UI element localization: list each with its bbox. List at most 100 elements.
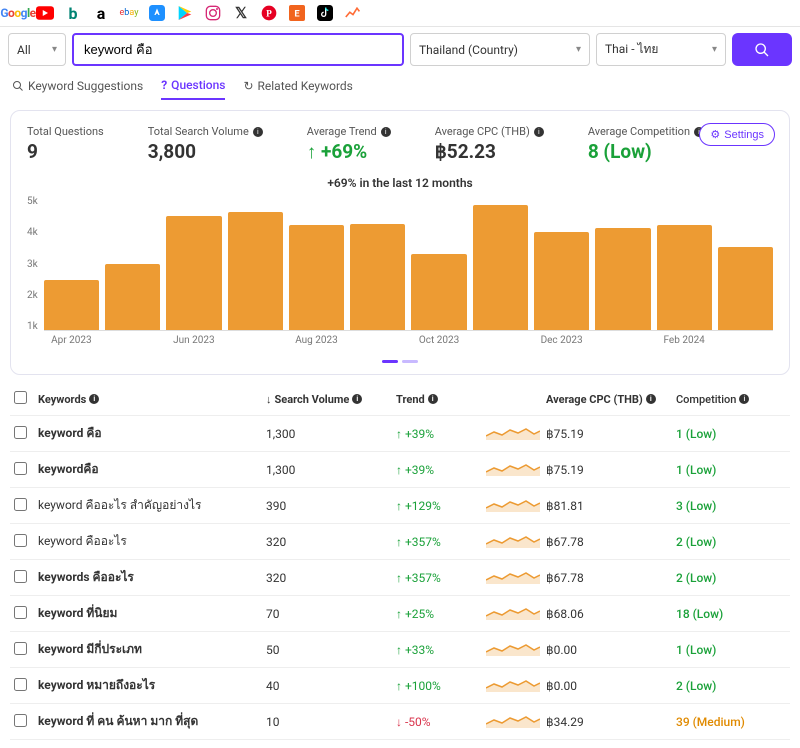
playstore-icon[interactable] bbox=[176, 4, 194, 22]
cell-keyword[interactable]: keyword คืออะไร bbox=[38, 532, 266, 551]
info-icon[interactable]: i bbox=[253, 127, 263, 137]
cell-competition: 2 (Low) bbox=[676, 535, 786, 549]
chart-bar[interactable] bbox=[595, 228, 650, 330]
chevron-down-icon: ▾ bbox=[712, 44, 717, 55]
instagram-icon[interactable] bbox=[204, 4, 222, 22]
chart-bar[interactable] bbox=[289, 225, 344, 330]
youtube-icon[interactable] bbox=[36, 4, 54, 22]
country-select[interactable]: Thailand (Country)▾ bbox=[410, 33, 590, 66]
sparkline bbox=[486, 496, 546, 515]
etsy-icon[interactable]: E bbox=[288, 4, 306, 22]
cell-search-volume: 1,300 bbox=[266, 463, 396, 477]
chart-bar[interactable] bbox=[411, 254, 466, 330]
row-checkbox[interactable] bbox=[14, 534, 27, 547]
cell-keyword[interactable]: keyword คือ bbox=[38, 424, 266, 443]
cell-keyword[interactable]: keyword มีกี่ประเภท bbox=[38, 640, 266, 659]
stat-total-volume: Total Search Volumei 3,800 bbox=[148, 125, 263, 164]
info-icon[interactable]: i bbox=[428, 394, 438, 404]
select-all-checkbox[interactable] bbox=[14, 391, 27, 404]
info-icon[interactable]: i bbox=[352, 394, 362, 404]
cell-keyword[interactable]: keyword ที่ คน ค้นหา มาก ที่สุด bbox=[38, 712, 266, 731]
cell-search-volume: 50 bbox=[266, 643, 396, 657]
cell-cpc: ฿75.19 bbox=[546, 427, 676, 441]
cell-keyword[interactable]: keyword ที่นิยม bbox=[38, 604, 266, 623]
cell-competition: 1 (Low) bbox=[676, 427, 786, 441]
cell-trend: ↑ +33% bbox=[396, 643, 486, 657]
stat-avg-competition: Average Competitioni 8 (Low) bbox=[588, 125, 704, 164]
sparkline bbox=[486, 604, 546, 623]
cell-keyword[interactable]: keyword คืออะไร สำคัญอย่างไร bbox=[38, 496, 266, 515]
cell-keyword[interactable]: keywordคือ bbox=[38, 460, 266, 479]
table-row: keyword คืออะไร สำคัญอย่างไร390↑ +129%฿8… bbox=[10, 488, 790, 524]
row-checkbox[interactable] bbox=[14, 462, 27, 475]
chart-bar[interactable] bbox=[350, 224, 405, 330]
chart-title: +69% in the last 12 months bbox=[27, 176, 773, 190]
chart-bar[interactable] bbox=[718, 247, 773, 330]
x-icon[interactable]: 𝕏 bbox=[232, 4, 250, 22]
chart-bar[interactable] bbox=[473, 205, 528, 330]
chart-bar[interactable] bbox=[105, 264, 160, 330]
cell-trend: ↑ +129% bbox=[396, 499, 486, 513]
cell-trend: ↑ +357% bbox=[396, 535, 486, 549]
category-select[interactable]: All▾ bbox=[8, 33, 66, 66]
cell-search-volume: 390 bbox=[266, 499, 396, 513]
trending-icon[interactable] bbox=[344, 4, 362, 22]
chart-bar[interactable] bbox=[228, 212, 283, 330]
cell-keyword[interactable]: keywords คืออะไร bbox=[38, 568, 266, 587]
tab-questions[interactable]: ?Questions bbox=[161, 78, 225, 100]
summary-panel: ⚙Settings Total Questions 9 Total Search… bbox=[10, 110, 790, 375]
cell-cpc: ฿67.78 bbox=[546, 571, 676, 585]
ebay-icon[interactable]: ebay bbox=[120, 4, 138, 22]
arrow-up-icon: ↑ bbox=[396, 571, 402, 585]
keyword-input[interactable] bbox=[72, 33, 404, 66]
info-icon[interactable]: i bbox=[534, 127, 544, 137]
row-checkbox[interactable] bbox=[14, 498, 27, 511]
sparkline bbox=[486, 460, 546, 479]
row-checkbox[interactable] bbox=[14, 570, 27, 583]
row-checkbox[interactable] bbox=[14, 714, 27, 727]
svg-text:P: P bbox=[266, 9, 272, 19]
table-row: keyword ที่ คน ค้นหา มาก ที่สุด10↓ -50%฿… bbox=[10, 704, 790, 740]
info-icon[interactable]: i bbox=[739, 394, 749, 404]
svg-text:E: E bbox=[294, 8, 300, 19]
filter-bar: All▾ Thailand (Country)▾ Thai - ไทย▾ bbox=[0, 27, 800, 72]
appstore-icon[interactable] bbox=[148, 4, 166, 22]
row-checkbox[interactable] bbox=[14, 426, 27, 439]
chart-bar[interactable] bbox=[534, 232, 589, 330]
amazon-icon[interactable]: a bbox=[92, 4, 110, 22]
app-toolbar: Google b a ebay 𝕏 P E bbox=[0, 0, 800, 27]
chart-bar[interactable] bbox=[166, 216, 221, 330]
cell-keyword[interactable]: keyword หมายถึงอะไร bbox=[38, 676, 266, 695]
row-checkbox[interactable] bbox=[14, 642, 27, 655]
chart-bar[interactable] bbox=[44, 280, 99, 330]
chart-bar[interactable] bbox=[657, 225, 712, 330]
info-icon[interactable]: i bbox=[381, 127, 391, 137]
info-icon[interactable]: i bbox=[646, 394, 656, 404]
sort-desc-icon[interactable]: ↓ bbox=[266, 393, 272, 406]
cell-cpc: ฿34.29 bbox=[546, 715, 676, 729]
sparkline bbox=[486, 424, 546, 443]
chart-pager[interactable] bbox=[27, 352, 773, 366]
row-checkbox[interactable] bbox=[14, 678, 27, 691]
info-icon[interactable]: i bbox=[89, 394, 99, 404]
settings-button[interactable]: ⚙Settings bbox=[699, 123, 775, 146]
cell-search-volume: 10 bbox=[266, 715, 396, 729]
bing-icon[interactable]: b bbox=[64, 4, 82, 22]
language-select[interactable]: Thai - ไทย▾ bbox=[596, 33, 726, 66]
table-row: keywords คืออะไร320↑ +357%฿67.782 (Low) bbox=[10, 560, 790, 596]
table-row: keyword หมายถึงอะไร40↑ +100%฿0.002 (Low) bbox=[10, 668, 790, 704]
search-button[interactable] bbox=[732, 33, 792, 66]
cell-cpc: ฿0.00 bbox=[546, 643, 676, 657]
cell-cpc: ฿75.19 bbox=[546, 463, 676, 477]
tab-keyword-suggestions[interactable]: Keyword Suggestions bbox=[12, 78, 143, 100]
cell-competition: 39 (Medium) bbox=[676, 715, 786, 729]
arrow-up-icon: ↑ bbox=[396, 679, 402, 693]
tab-related-keywords[interactable]: ↻Related Keywords bbox=[243, 78, 352, 100]
tiktok-icon[interactable] bbox=[316, 4, 334, 22]
row-checkbox[interactable] bbox=[14, 606, 27, 619]
pinterest-icon[interactable]: P bbox=[260, 4, 278, 22]
sparkline bbox=[486, 712, 546, 731]
refresh-icon: ↻ bbox=[243, 79, 253, 93]
google-icon[interactable]: Google bbox=[8, 4, 26, 22]
cell-competition: 3 (Low) bbox=[676, 499, 786, 513]
